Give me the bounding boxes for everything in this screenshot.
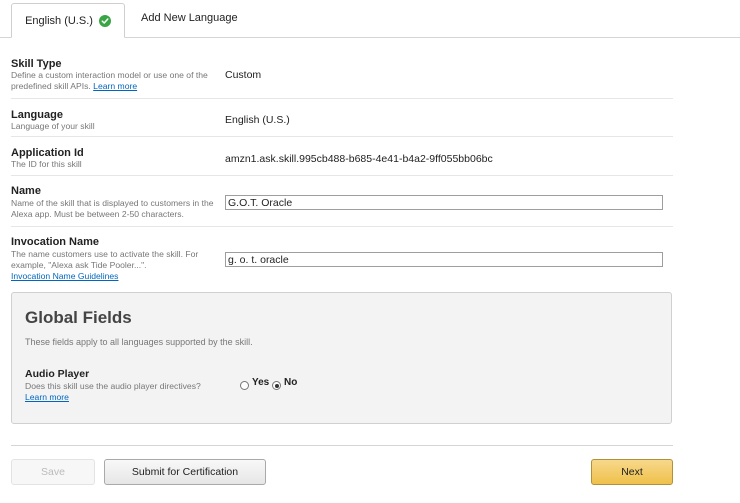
check-circle-icon <box>98 14 111 27</box>
audio-player-yes-radio[interactable] <box>240 381 249 390</box>
tab-english-us-label: English (U.S.) <box>25 14 93 27</box>
language-value: English (U.S.) <box>225 114 290 126</box>
global-fields-panel: Global Fields These fields apply to all … <box>11 292 672 424</box>
invocation-name-row: Invocation Name The name customers use t… <box>11 226 673 284</box>
audio-player-label: Audio Player <box>25 368 90 380</box>
language-tabs: English (U.S.) Add New Language <box>0 0 740 38</box>
skill-type-label: Skill Type <box>11 58 62 70</box>
application-id-row: Application Id The ID for this skill amz… <box>11 136 673 176</box>
language-label: Language <box>11 109 63 121</box>
global-fields-description: These fields apply to all languages supp… <box>25 337 253 347</box>
global-fields-title: Global Fields <box>25 308 132 327</box>
application-id-label: Application Id <box>11 147 84 159</box>
skill-type-row: Skill Type Define a custom interaction m… <box>11 54 673 99</box>
name-row: Name Name of the skill that is displayed… <box>11 175 673 227</box>
tab-add-new-language[interactable]: Add New Language <box>141 12 238 24</box>
invocation-name-label: Invocation Name <box>11 236 100 248</box>
save-button[interactable]: Save <box>11 459 95 485</box>
application-id-description: The ID for this skill <box>11 159 82 169</box>
invocation-guidelines-link[interactable]: Invocation Name Guidelines <box>11 271 118 281</box>
audio-player-no-label[interactable]: No <box>284 377 297 388</box>
name-input[interactable] <box>225 195 663 210</box>
language-description: Language of your skill <box>11 121 95 131</box>
submit-for-certification-button[interactable]: Submit for Certification <box>104 459 266 485</box>
application-id-value: amzn1.ask.skill.995cb488-b685-4e41-b4a2-… <box>225 153 493 165</box>
language-row: Language Language of your skill English … <box>11 98 673 137</box>
audio-player-no-radio[interactable] <box>272 381 281 390</box>
name-description: Name of the skill that is displayed to c… <box>11 198 214 219</box>
tab-english-us[interactable]: English (U.S.) <box>11 3 125 38</box>
audio-player-learn-more-link[interactable]: Learn more <box>25 392 69 402</box>
skill-type-value: Custom <box>225 69 262 81</box>
audio-player-description: Does this skill use the audio player dir… <box>25 381 201 391</box>
footer-divider <box>11 445 673 446</box>
name-label: Name <box>11 185 41 197</box>
invocation-name-description: The name customers use to activate the s… <box>11 249 216 282</box>
next-button[interactable]: Next <box>591 459 673 485</box>
skill-type-learn-more-link[interactable]: Learn more <box>93 81 137 91</box>
invocation-desc-text: The name customers use to activate the s… <box>11 249 199 270</box>
audio-player-yes-label[interactable]: Yes <box>252 377 269 388</box>
invocation-name-input[interactable] <box>225 252 663 267</box>
skill-type-description: Define a custom interaction model or use… <box>11 70 216 92</box>
